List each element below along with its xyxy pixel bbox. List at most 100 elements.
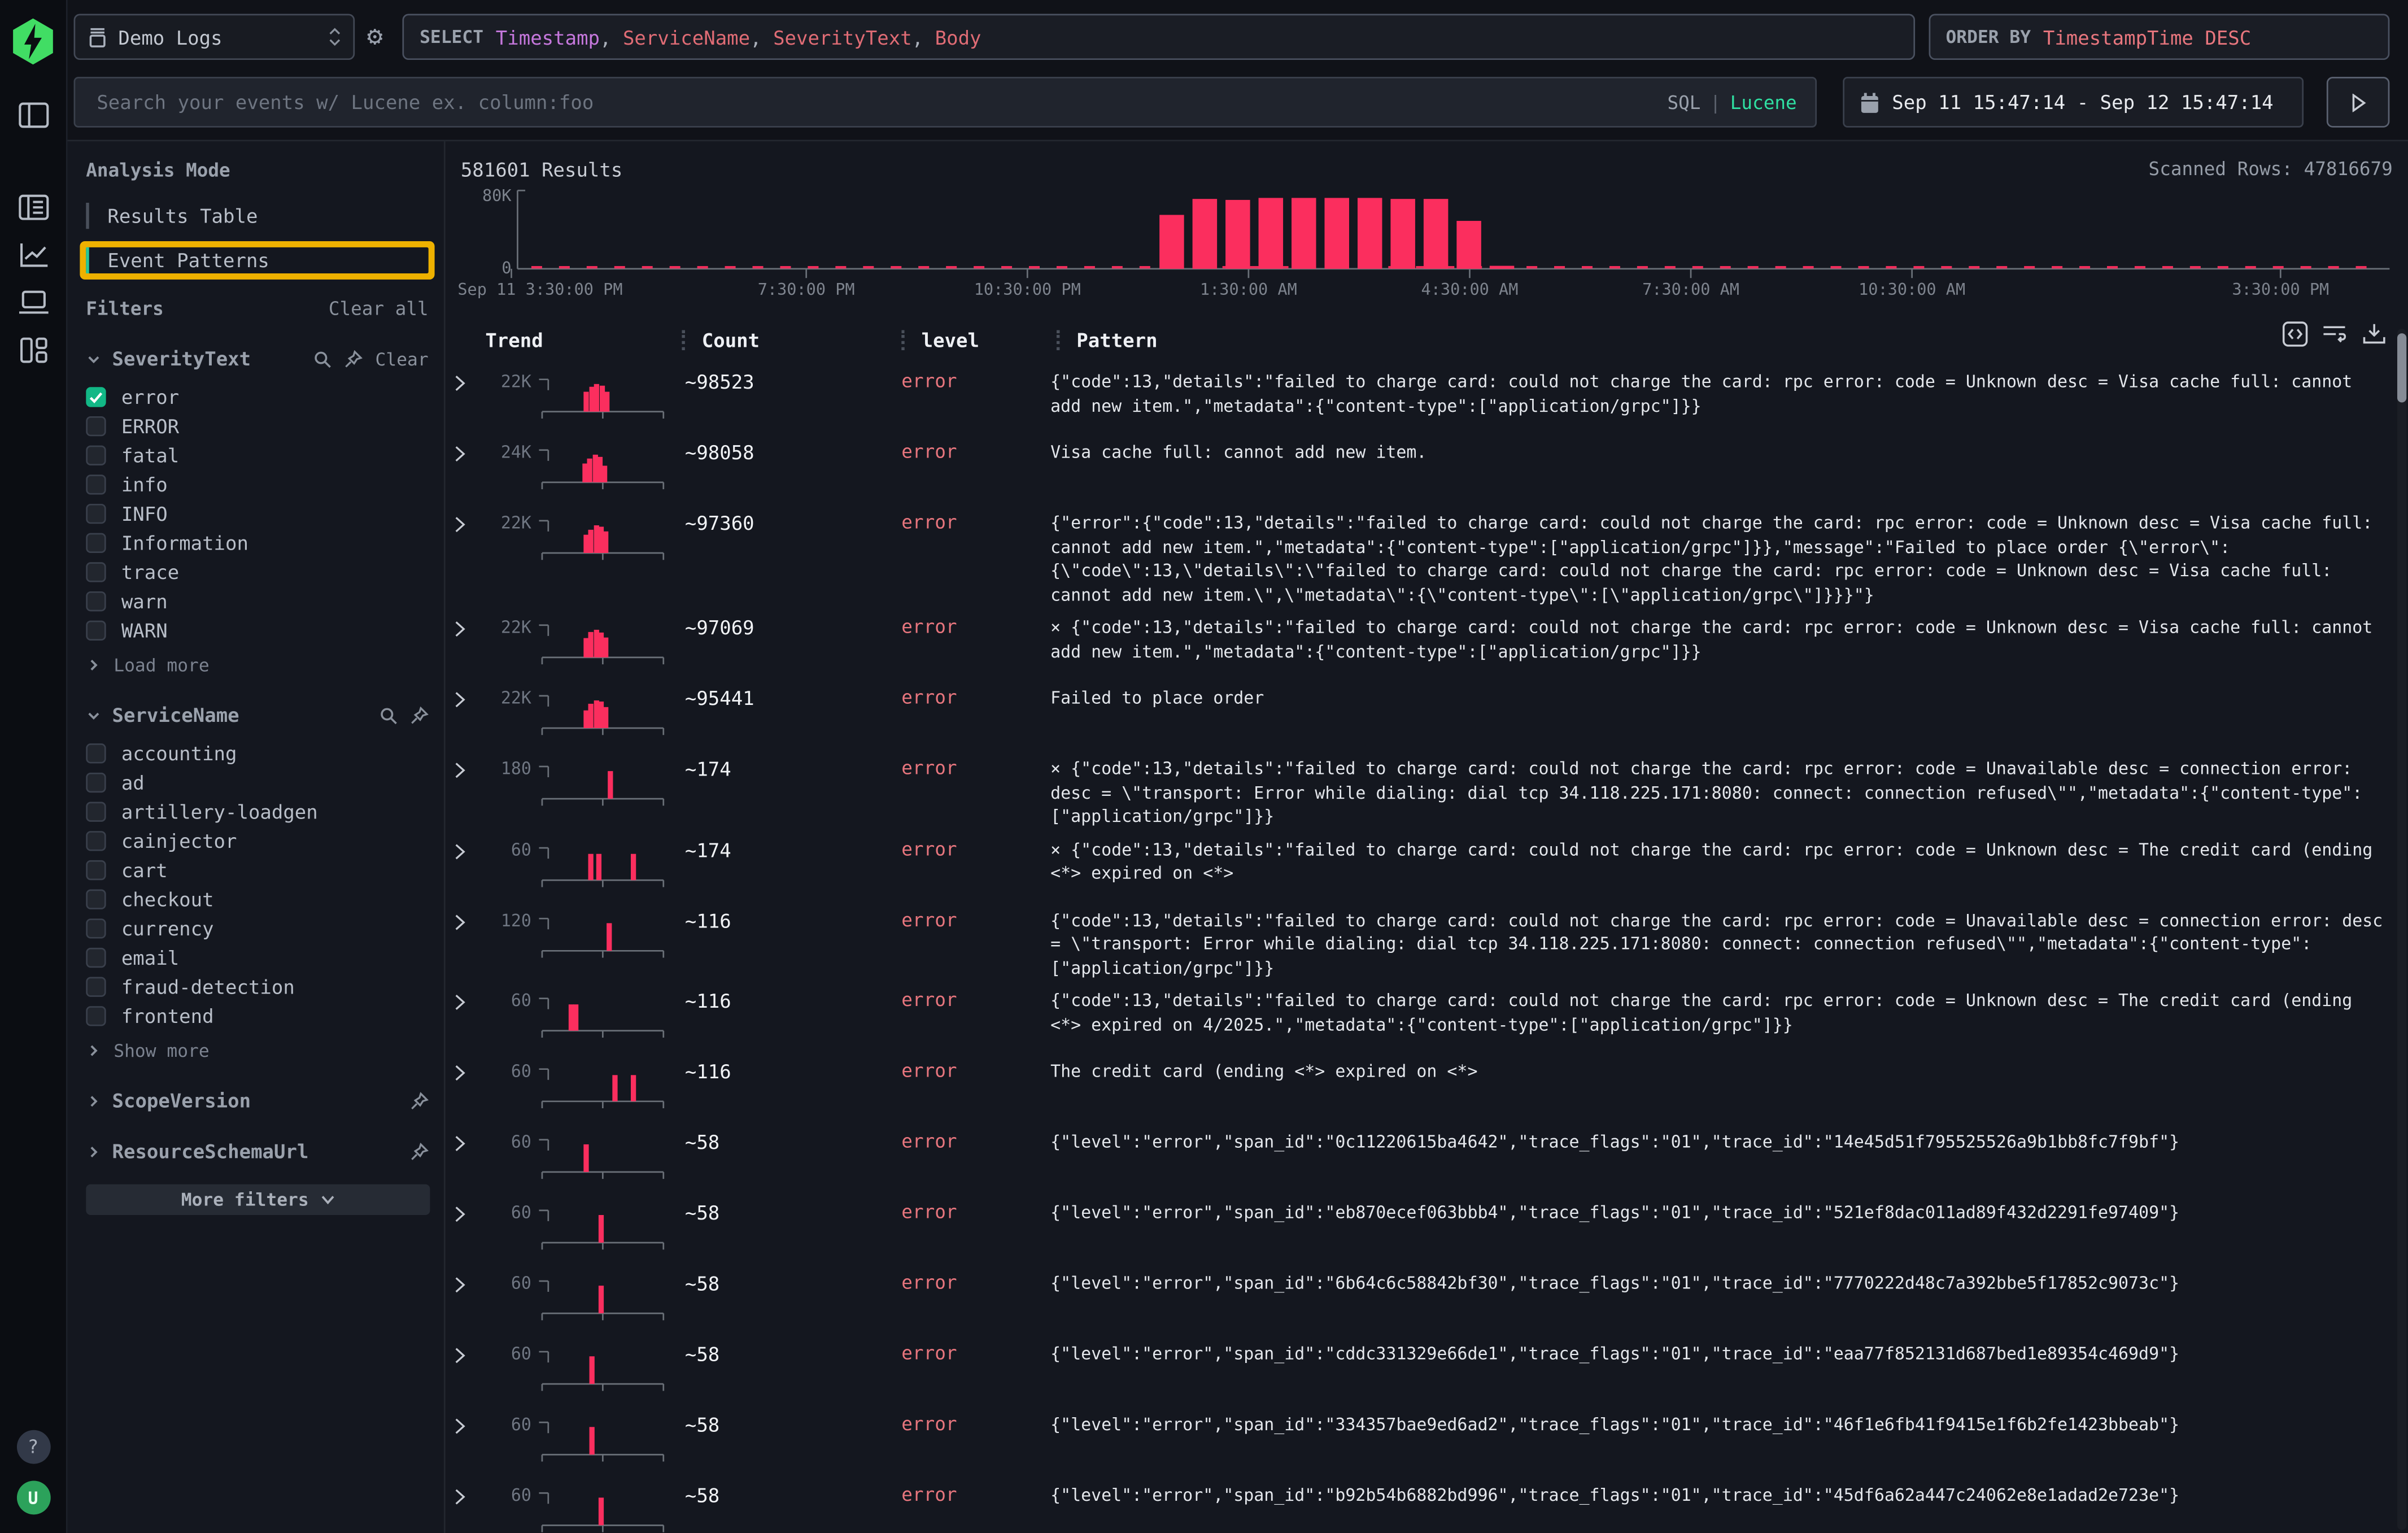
filter-option-info[interactable]: INFO	[86, 504, 428, 524]
pattern-row[interactable]: 120~116error{"code":13,"details":"failed…	[446, 899, 2408, 980]
pin-icon[interactable]	[410, 1142, 429, 1161]
filter-option-artillery-loadgen[interactable]: artillery-loadgen	[86, 802, 428, 822]
code-view-icon[interactable]	[2282, 321, 2308, 347]
checkbox[interactable]	[86, 802, 106, 822]
help-button[interactable]: ?	[16, 1430, 50, 1464]
time-range-picker[interactable]: Sep 11 15:47:14 - Sep 12 15:47:14	[1843, 77, 2304, 128]
row-expander[interactable]	[455, 1484, 485, 1505]
search-input[interactable]	[94, 89, 1668, 115]
filter-option-cainjector[interactable]: cainjector	[86, 831, 428, 851]
row-expander[interactable]	[455, 989, 485, 1011]
pattern-row[interactable]: 24K~98058errorVisa cache full: cannot ad…	[446, 432, 2408, 502]
filter-group-name[interactable]: SeverityText	[112, 347, 314, 371]
filter-group-name[interactable]: ResourceSchemaUrl	[112, 1140, 411, 1163]
row-expander[interactable]	[455, 909, 485, 930]
row-expander[interactable]	[455, 616, 485, 637]
checkbox[interactable]	[86, 1006, 106, 1026]
row-expander[interactable]	[455, 687, 485, 708]
filter-option-email[interactable]: email	[86, 948, 428, 968]
row-expander[interactable]	[455, 1130, 485, 1152]
download-icon[interactable]	[2362, 323, 2387, 346]
pattern-row[interactable]: 60~58error{"level":"error","span_id":"0c…	[446, 1121, 2408, 1192]
filter-option-ad[interactable]: ad	[86, 773, 428, 792]
panel-left-icon[interactable]	[18, 101, 48, 129]
mode-event-patterns[interactable]: Event Patterns	[86, 247, 428, 273]
query-language-toggle[interactable]: SQL|Lucene	[1667, 92, 1796, 113]
laptop-icon[interactable]	[16, 289, 50, 316]
checkbox[interactable]	[86, 504, 106, 524]
pattern-row[interactable]: 22K~98523error{"code":13,"details":"fail…	[446, 361, 2408, 432]
filter-option-error[interactable]: ERROR	[86, 416, 428, 436]
checkbox[interactable]	[86, 562, 106, 582]
checkbox[interactable]	[86, 890, 106, 909]
pin-icon[interactable]	[344, 350, 363, 368]
checkbox[interactable]	[86, 743, 106, 763]
pin-icon[interactable]	[410, 1091, 429, 1110]
filter-option-information[interactable]: Information	[86, 533, 428, 553]
checkbox[interactable]	[86, 918, 106, 938]
filter-option-fraud-detection[interactable]: fraud-detection	[86, 977, 428, 997]
pattern-row[interactable]: 60~116error{"code":13,"details":"failed …	[446, 980, 2408, 1051]
row-expander[interactable]	[455, 838, 485, 859]
log-reader-icon[interactable]	[18, 194, 48, 221]
user-avatar[interactable]: U	[16, 1480, 50, 1514]
row-expander[interactable]	[455, 441, 485, 462]
checkbox[interactable]	[86, 387, 106, 407]
checkbox[interactable]	[86, 591, 106, 611]
row-expander[interactable]	[455, 1060, 485, 1081]
pattern-row[interactable]: 22K~97069error× {"code":13,"details":"fa…	[446, 607, 2408, 677]
source-select[interactable]: Demo Logs	[74, 14, 355, 60]
checkbox[interactable]	[86, 948, 106, 968]
line-chart-icon[interactable]	[18, 241, 48, 269]
vertical-scrollbar[interactable]	[2397, 329, 2406, 1530]
row-expander[interactable]	[455, 1413, 485, 1435]
pattern-row[interactable]: 60~58error{"level":"error","span_id":"cd…	[446, 1333, 2408, 1404]
filter-option-cart[interactable]: cart	[86, 860, 428, 880]
filter-option-trace[interactable]: trace	[86, 562, 428, 582]
order-by-input[interactable]: ORDER BY TimestampTime DESC	[1929, 14, 2390, 60]
show-more-link[interactable]: Show more	[86, 1040, 428, 1061]
pattern-row[interactable]: 22K~97360error{"error":{"code":13,"detai…	[446, 502, 2408, 607]
row-expander[interactable]	[455, 512, 485, 533]
search-icon[interactable]	[314, 350, 333, 368]
filter-option-checkout[interactable]: checkout	[86, 890, 428, 909]
checkbox[interactable]	[86, 474, 106, 494]
row-expander[interactable]	[455, 1343, 485, 1364]
lang-sql[interactable]: SQL	[1667, 92, 1700, 113]
checkbox[interactable]	[86, 773, 106, 792]
filter-group-name[interactable]: ScopeVersion	[112, 1089, 411, 1112]
pin-icon[interactable]	[410, 706, 429, 725]
checkbox[interactable]	[86, 416, 106, 436]
row-wrap-icon[interactable]	[2322, 323, 2348, 346]
row-expander[interactable]	[455, 757, 485, 779]
layout-dashboard-icon[interactable]	[18, 337, 48, 364]
scrollbar-thumb[interactable]	[2397, 333, 2406, 402]
filter-option-warn[interactable]: WARN	[86, 621, 428, 641]
load-more-link[interactable]: Load more	[86, 654, 428, 676]
pattern-row[interactable]: 60~58error{"level":"error","span_id":"b9…	[446, 1475, 2408, 1533]
filter-group-name[interactable]: ServiceName	[112, 703, 379, 726]
clear-all-filters-button[interactable]: Clear all	[329, 298, 429, 320]
gear-icon[interactable]: ⚙	[367, 24, 383, 50]
lang-lucene[interactable]: Lucene	[1730, 92, 1797, 113]
select-query-input[interactable]: SELECT Timestamp, ServiceName, SeverityT…	[403, 14, 1915, 60]
mode-results-table[interactable]: Results Table	[86, 203, 428, 229]
checkbox[interactable]	[86, 533, 106, 553]
checkbox[interactable]	[86, 860, 106, 880]
filter-option-info[interactable]: info	[86, 474, 428, 494]
row-expander[interactable]	[455, 370, 485, 391]
more-filters-button[interactable]: More filters	[86, 1184, 430, 1215]
pattern-row[interactable]: 60~174error× {"code":13,"details":"faile…	[446, 829, 2408, 899]
run-query-button[interactable]	[2327, 77, 2389, 128]
pattern-row[interactable]: 22K~95441errorFailed to place order	[446, 677, 2408, 748]
filter-option-accounting[interactable]: accounting	[86, 743, 428, 763]
pattern-row[interactable]: 60~58error{"level":"error","span_id":"6b…	[446, 1262, 2408, 1333]
row-expander[interactable]	[455, 1201, 485, 1223]
pattern-row[interactable]: 180~174error× {"code":13,"details":"fail…	[446, 748, 2408, 829]
pattern-row[interactable]: 60~116errorThe credit card (ending <*> e…	[446, 1051, 2408, 1121]
filter-option-currency[interactable]: currency	[86, 918, 428, 938]
filter-option-error[interactable]: error	[86, 387, 428, 407]
search-icon[interactable]	[379, 706, 398, 725]
filter-option-warn[interactable]: warn	[86, 591, 428, 611]
pattern-row[interactable]: 60~58error{"level":"error","span_id":"eb…	[446, 1192, 2408, 1262]
